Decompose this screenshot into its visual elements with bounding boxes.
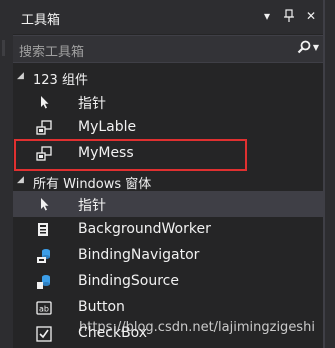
group-header-all-windows-forms[interactable]: ◢ 所有 Windows 窗体 (13, 169, 323, 193)
expand-triangle-icon[interactable]: ◢ (17, 71, 24, 81)
item-label: Button (78, 299, 125, 315)
toolbox-item-backgroundworker[interactable]: BackgroundWorker (13, 217, 323, 243)
background-worker-icon (35, 221, 53, 239)
toolbox-item-button[interactable]: ab Button (13, 295, 323, 321)
panel-titlebar[interactable]: 工具箱 ▾ ✕ (13, 0, 323, 34)
search-input[interactable]: 搜索工具箱 (19, 41, 84, 60)
item-label: BindingSource (78, 273, 179, 289)
binding-navigator-icon (35, 247, 53, 265)
component-icon (35, 145, 53, 163)
window-position-menu-icon[interactable]: ▾ (261, 9, 273, 26)
toolbox-panel: 工具箱 ▾ ✕ 搜索工具箱 ▼ ◢ 123 组件 指针 MyLable MyMe… (13, 0, 323, 348)
item-label: MyLable (78, 119, 137, 135)
chevron-down-icon: ▼ (312, 42, 319, 52)
right-dock-strip (325, 0, 335, 348)
search-bar[interactable]: 搜索工具箱 ▼ (13, 35, 323, 63)
pointer-icon (35, 93, 53, 111)
item-label: BackgroundWorker (78, 221, 211, 237)
item-label: MyMess (78, 145, 134, 161)
item-label: BindingNavigator (78, 247, 200, 263)
toolbox-item-mylable[interactable]: MyLable (13, 115, 323, 141)
toolbox-item-pointer-1[interactable]: 指针 (13, 89, 323, 115)
expand-triangle-icon[interactable]: ◢ (17, 175, 24, 185)
binding-source-icon (35, 273, 53, 291)
search-button[interactable]: ▼ (297, 40, 319, 54)
item-label: 指针 (78, 198, 106, 214)
checkbox-icon (35, 325, 53, 343)
item-label: 指针 (78, 96, 106, 112)
group-label: 所有 Windows 窗体 (33, 177, 152, 192)
close-icon[interactable]: ✕ (305, 9, 317, 26)
panel-title: 工具箱 (21, 13, 61, 28)
toolbox-item-mymess[interactable]: MyMess (13, 141, 323, 167)
left-dock-strip (0, 0, 13, 348)
group-label: 123 组件 (33, 73, 88, 88)
toolbox-item-pointer-2[interactable]: 指针 (13, 191, 323, 217)
toolbox-item-bindingsource[interactable]: BindingSource (13, 269, 323, 295)
watermark-text: https://blog.csdn.net/lajimingzigeshi (79, 320, 315, 335)
group-header-123-components[interactable]: ◢ 123 组件 (13, 65, 323, 89)
component-icon (35, 119, 53, 137)
svg-text:ab: ab (39, 305, 49, 314)
button-icon: ab (35, 299, 53, 317)
toolbox-item-bindingnavigator[interactable]: BindingNavigator (13, 243, 323, 269)
title-icons: ▾ ✕ (261, 9, 317, 26)
pin-icon[interactable] (283, 9, 295, 26)
pointer-icon (35, 195, 53, 213)
dock-tab-marker[interactable] (2, 40, 5, 56)
search-icon (297, 40, 311, 54)
